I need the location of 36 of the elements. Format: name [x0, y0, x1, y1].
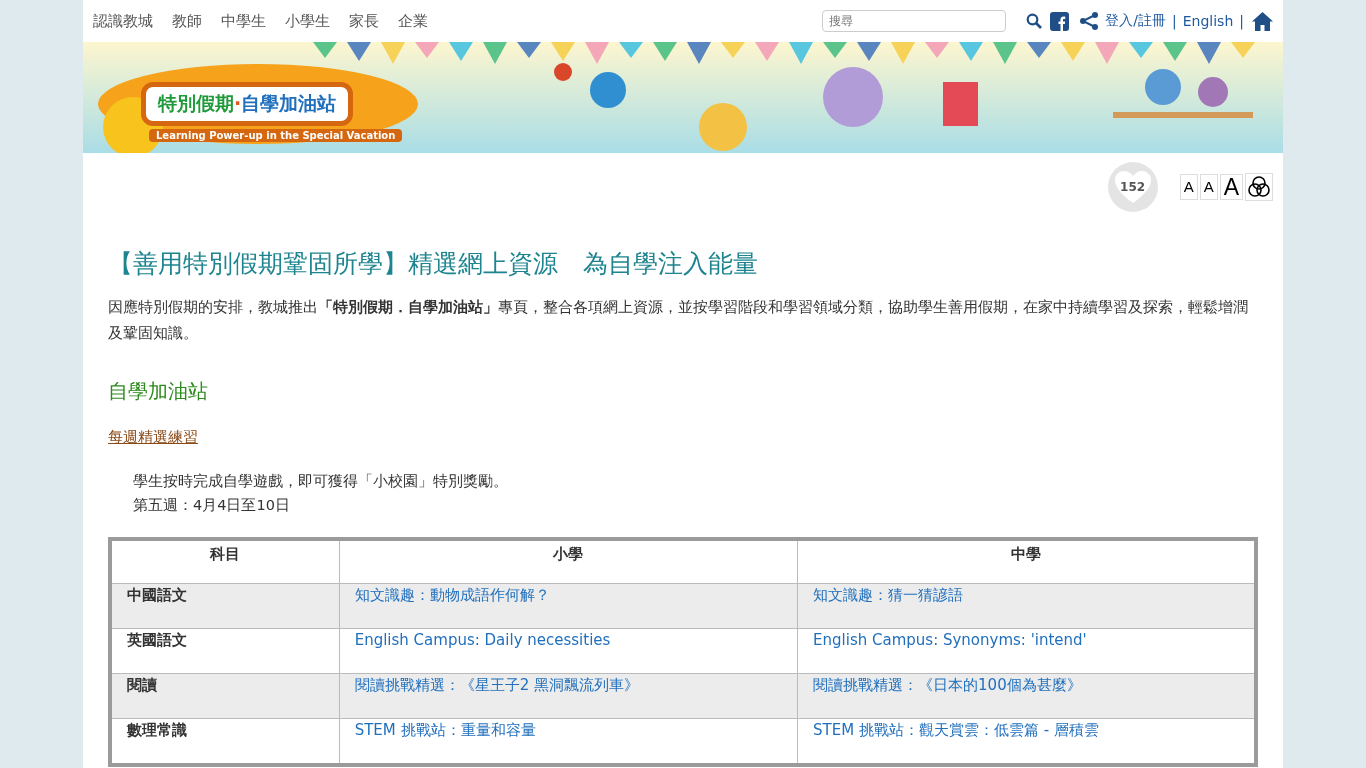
- color-contrast-icon[interactable]: [1245, 173, 1273, 201]
- nav-link[interactable]: 企業: [398, 11, 428, 31]
- facebook-icon[interactable]: [1050, 11, 1070, 31]
- intro-paragraph: 因應特別假期的安排，教城推出「特別假期．自學加油站」專頁，整合各項網上資源，並按學習階段和學習領域分類，協助學生善用假期，在家中持續學習及探索，輕鬆增潤及鞏固知識。: [108, 298, 1249, 343]
- home-icon[interactable]: [1252, 11, 1273, 31]
- column-header: 科目: [110, 539, 340, 584]
- nav-link[interactable]: 教師: [172, 11, 202, 31]
- search-field[interactable]: 搜尋: [822, 10, 1007, 32]
- nav-link[interactable]: 中學生: [221, 11, 266, 31]
- subject-cell: 中國語文: [110, 583, 340, 629]
- share-icon[interactable]: [1079, 12, 1100, 30]
- nav-link[interactable]: 小學生: [285, 11, 330, 31]
- separator-text: |: [1172, 13, 1177, 29]
- resource-link[interactable]: STEM 挑戰站：重量和容量: [354, 721, 536, 739]
- banner-subtitle: Learning Power-up in the Special Vacation: [149, 129, 403, 142]
- search-icon[interactable]: [1026, 13, 1043, 29]
- column-header: 小學: [339, 539, 798, 584]
- subject-cell: 閱讀: [110, 673, 340, 719]
- font-size-button[interactable]: A: [1219, 174, 1243, 200]
- resource-link[interactable]: 知文識趣：動物成語作何解？: [354, 586, 550, 604]
- subject-cell: 英國語文: [110, 628, 340, 674]
- like-counter[interactable]: 152: [1107, 162, 1158, 212]
- page-headline: 【善用特別假期鞏固所學】精選網上資源 為自學注入能量: [108, 248, 759, 280]
- nav-link[interactable]: English: [1182, 13, 1234, 29]
- banner-logo: 特別假期·自學加油站: [141, 82, 354, 126]
- font-size-button[interactable]: A: [1199, 174, 1218, 200]
- nav-link[interactable]: 認識教城: [93, 11, 153, 31]
- note-text: 第五週：4月4日至10日: [133, 496, 291, 515]
- nav-link[interactable]: 登入/註冊: [1105, 12, 1166, 30]
- separator-text: |: [1239, 13, 1244, 29]
- section-title: 自學加油站: [108, 378, 209, 405]
- font-size-button[interactable]: A: [1179, 174, 1198, 200]
- weekly-practice-link[interactable]: 每週精選練習: [108, 429, 198, 445]
- nav-link[interactable]: 家長: [349, 11, 379, 31]
- resource-link[interactable]: 知文識趣：猜一猜諺語: [813, 586, 964, 604]
- note-text: 學生按時完成自學遊戲，即可獲得「小校園」特別獎勵。: [133, 472, 509, 491]
